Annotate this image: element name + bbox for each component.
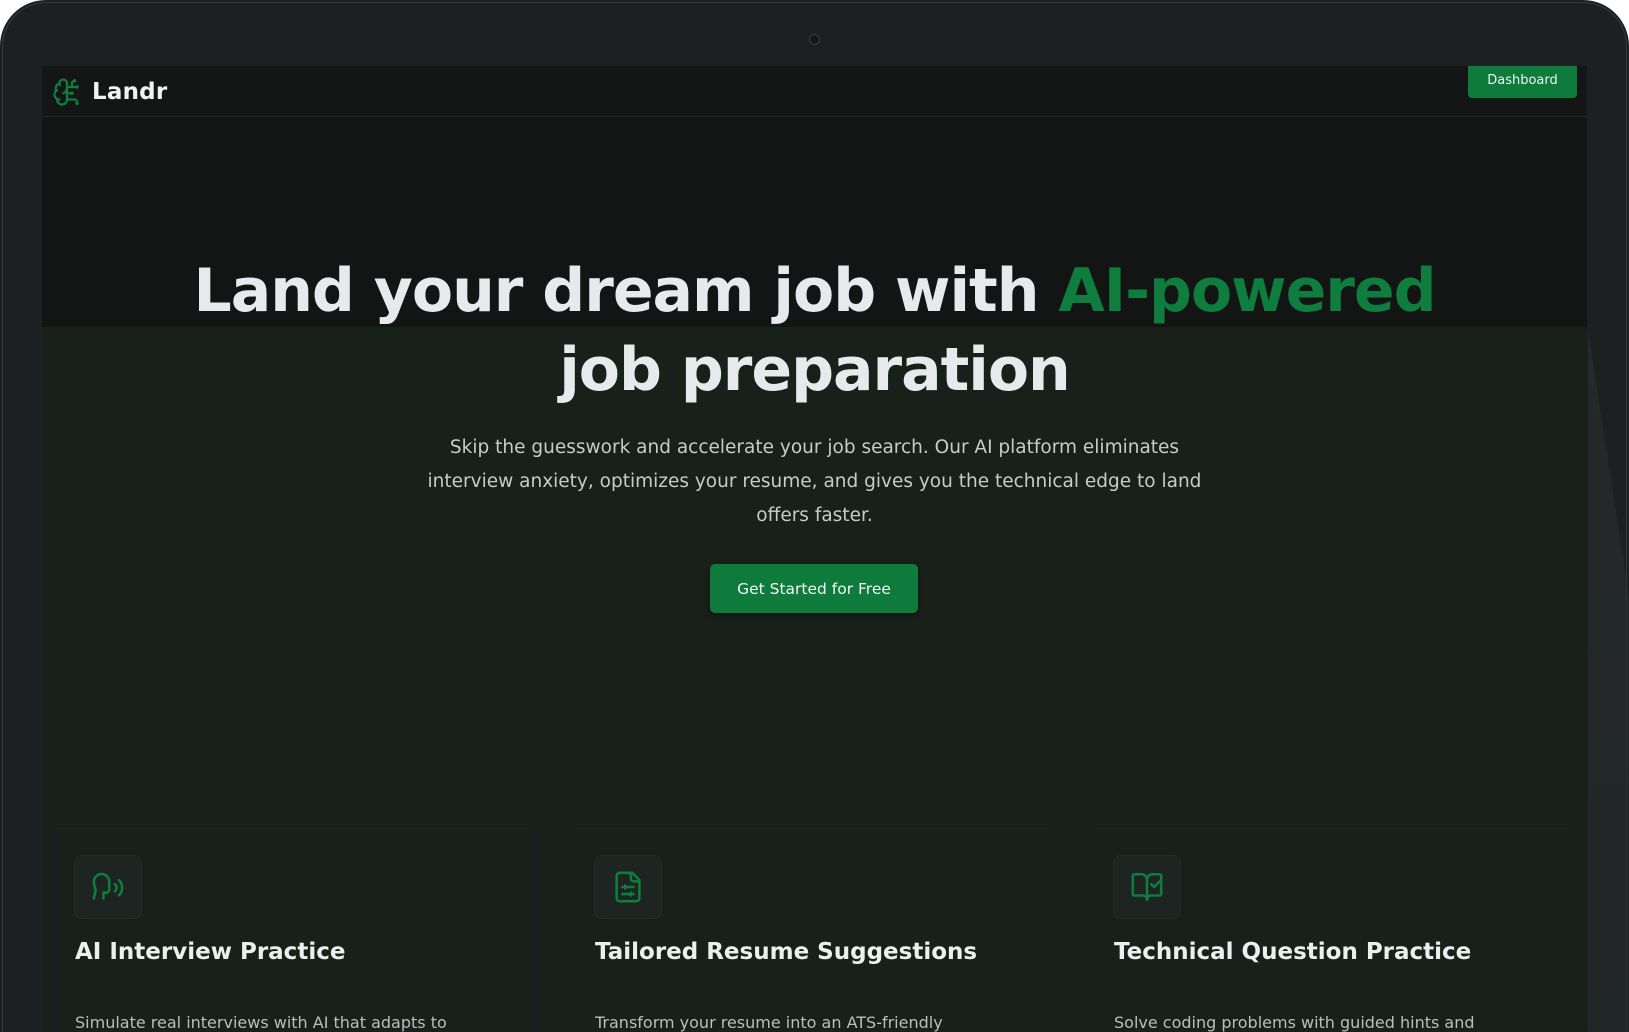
feature-card-interview: AI Interview Practice Simulate real inte…	[50, 828, 538, 1032]
get-started-button[interactable]: Get Started for Free	[710, 564, 918, 613]
feature-card-technical: Technical Question Practice Solve coding…	[1089, 828, 1577, 1032]
feature-title: Tailored Resume Suggestions	[595, 939, 978, 965]
brand-logo-link[interactable]: Landr	[52, 66, 167, 117]
speech-icon	[92, 872, 124, 900]
hero-title-end: job preparation	[559, 335, 1071, 405]
browser-viewport: Landr Dashboard Land your dream job with…	[42, 66, 1587, 1032]
feature-icon-box	[1113, 855, 1181, 919]
feature-description: Solve coding problems with guided hints …	[1114, 1013, 1475, 1032]
feature-description: Simulate real interviews with AI that ad…	[75, 1013, 447, 1032]
feature-card-resume: Tailored Resume Suggestions Transform yo…	[570, 828, 1058, 1032]
hero-title: Land your dream job with AI-powered job …	[162, 252, 1467, 410]
hero-title-start: Land your dream job with	[193, 256, 1059, 326]
feature-title: Technical Question Practice	[1114, 939, 1472, 965]
dashboard-button[interactable]: Dashboard	[1468, 66, 1577, 98]
camera-icon	[809, 34, 820, 45]
feature-title: AI Interview Practice	[75, 939, 346, 965]
feature-icon-box	[74, 855, 142, 919]
hero-title-accent: AI-powered	[1058, 256, 1436, 326]
hero-subtitle: Skip the guesswork and accelerate your j…	[427, 437, 1202, 526]
top-navbar: Landr Dashboard	[42, 66, 1587, 117]
device-frame: Landr Dashboard Land your dream job with…	[0, 0, 1629, 1032]
brain-icon	[53, 77, 79, 106]
brand-name: Landr	[92, 78, 168, 105]
file-sliders-icon	[615, 871, 641, 903]
book-check-icon	[1131, 872, 1163, 902]
feature-icon-box	[594, 855, 662, 919]
feature-description: Transform your resume into an ATS-friend…	[595, 1013, 943, 1032]
